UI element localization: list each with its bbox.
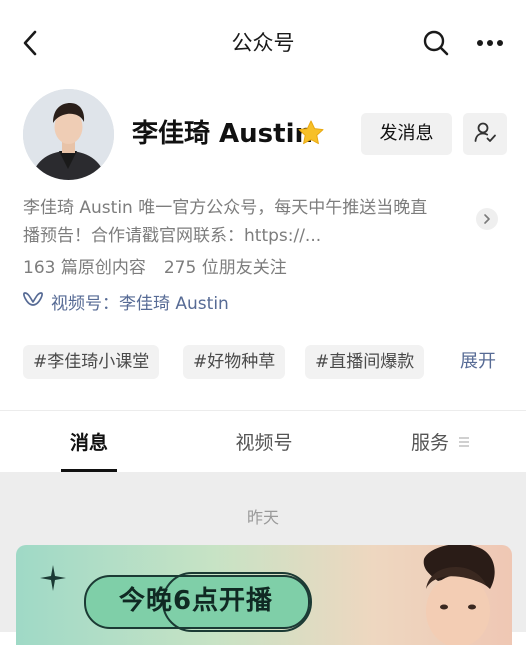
tags-expand-link[interactable]: 展开	[460, 345, 496, 379]
send-message-button[interactable]: 发消息	[361, 113, 452, 155]
account-description[interactable]: 李佳琦 Austin 唯一官方公众号，每天中午推送当晚直 播预告！合作请戳官网联…	[23, 194, 471, 250]
tag-chip[interactable]: #直播间爆款	[305, 345, 425, 379]
menu-icon[interactable]	[456, 434, 472, 454]
followed-button[interactable]	[463, 113, 507, 155]
tab-channels[interactable]: 视频号	[212, 428, 316, 458]
star-icon	[296, 118, 326, 148]
section-divider	[0, 410, 526, 411]
account-name: 李佳琦 Austin	[132, 119, 314, 149]
description-line: 播预告！合作请戳官网联系：https://...	[23, 226, 322, 246]
card-headline: 今晚6点开播	[118, 586, 274, 616]
avatar[interactable]	[23, 89, 114, 180]
tab-messages[interactable]: 消息	[40, 428, 138, 458]
tab-services[interactable]: 服务	[400, 428, 460, 458]
channels-label: 视频号：李佳琦 Austin	[51, 293, 229, 314]
tag-chip[interactable]: #李佳琦小课堂	[23, 345, 160, 379]
account-stats: 163 篇原创内容 275 位朋友关注	[23, 254, 287, 282]
search-icon[interactable]	[421, 28, 451, 58]
host-photo	[386, 545, 512, 645]
more-icon[interactable]	[474, 28, 506, 58]
article-card[interactable]: 今晚6点开播	[16, 545, 512, 645]
original-count: 163 篇原创内容	[23, 258, 146, 278]
channels-link[interactable]: 视频号：李佳琦 Austin	[23, 287, 229, 315]
channels-icon	[23, 290, 43, 312]
followers-count: 275 位朋友关注	[163, 258, 287, 278]
description-line: 李佳琦 Austin 唯一官方公众号，每天中午推送当晚直	[23, 198, 428, 218]
sparkle-icon	[38, 563, 68, 597]
date-label: 昨天	[246, 508, 279, 527]
nav-bar: 公众号	[0, 0, 526, 86]
user-check-icon	[473, 120, 497, 148]
chevron-right-icon[interactable]	[476, 208, 498, 230]
tag-chip[interactable]: #好物种草	[183, 345, 286, 379]
